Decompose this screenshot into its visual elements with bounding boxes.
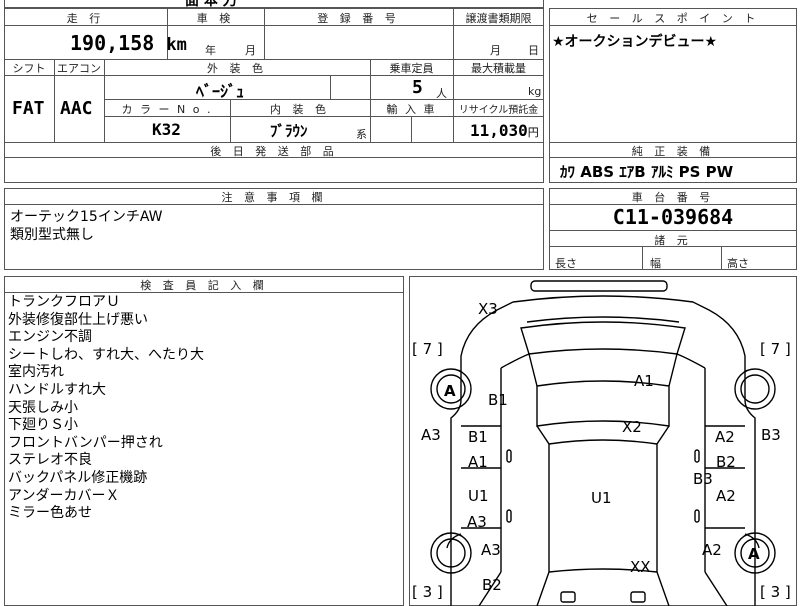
mileage-header: 走 行 [66,12,105,25]
inspector-note: シートしわ、すれ大、へたり大 [8,346,204,363]
import-header: 輸 入 車 [386,103,437,116]
tire-front-left-label: [ 7 ] [412,340,443,358]
top-strip [4,0,544,8]
recycle-header: リサイクル預託金 [458,105,539,116]
inspection-header: 車 検 [196,12,235,25]
capacity-header: 乗車定員 [389,62,434,75]
inspector-note: ハンドルすれ大 [8,381,106,398]
mark-front-right-a2: A2 [702,541,722,559]
inspector-note: 下廻りＳ小 [8,417,78,434]
caution-header: 注 意 事 項 欄 [221,191,327,204]
genuine-equipment-header: 純 正 装 備 [631,145,715,158]
transfer-month: 月 [490,44,501,57]
mark-hood: XX [630,558,651,576]
mark-rl-door-a1: A1 [468,453,488,471]
aircon-header: エアコン [57,62,101,75]
equipment-value: ｶﾜ ABS ｴｱB ｱﾙﾐ PS PW [560,163,734,181]
wheel-mark-rr: A [748,545,760,563]
mark-rr-door-b2: B2 [716,453,736,471]
sales-point-text: ★オークションデビュー★ [552,34,718,50]
sales-point-header: セ ー ル ス ポ イ ン ト [586,12,760,25]
inspector-header: 検 査 員 記 入 欄 [140,279,268,292]
interior-color-header: 内 装 色 [270,103,330,116]
inspector-note: 天張しみ小 [8,399,78,416]
mark-center: U1 [591,489,612,507]
tire-rear-right-label: [ 3 ] [760,583,791,601]
inspection-month: 月 [245,44,256,57]
capacity-value: 5 [412,77,423,98]
capacity-unit: 人 [436,87,447,100]
inspection-year: 年 [205,44,216,57]
mileage-unit: km [166,35,187,55]
inspector-note: アンダーカバーＸ [8,487,120,504]
inspector-note: エンジン不調 [8,329,92,346]
chassis-value: C11-039684 [612,205,734,229]
interior-color-value: ﾌﾞﾗｳﾝ [270,122,308,140]
spec-height: 高さ [727,257,749,270]
wheel-mark-fl: A [444,382,456,400]
mark-roof-left: B1 [488,391,508,409]
tire-front-right-label: [ 7 ] [760,340,791,358]
inspector-note: 外装修復部仕上げ悪い [8,311,148,328]
mark-left-side: A3 [421,426,441,444]
inspector-note: バックパネル修正機跡 [8,469,148,486]
color-no-value: K32 [152,120,181,139]
aircon-value: AAC [60,98,93,119]
tire-rear-left-label: [ 3 ] [412,583,443,601]
mark-fl-door-u1: U1 [468,487,489,505]
transfer-deadline-header: 譲渡書類期限 [465,12,532,25]
mark-front-left-b2: B2 [482,576,502,594]
max-load-header: 最大積載量 [471,62,526,75]
registration-header: 登 録 番 号 [317,12,400,25]
inspector-note: フロントバンパー押され [8,434,163,451]
spec-width: 幅 [650,257,661,270]
mileage-value: 190,158 km [70,31,187,55]
mark-rl-door-b1: B1 [468,428,488,446]
exterior-color-value: ﾍﾞｰｼﾞｭ [196,82,245,101]
inspector-note: トランクフロアＵ [8,294,120,310]
mark-fl-door-a3: A3 [467,513,487,531]
inspector-note: ステレオ不良 [8,452,92,469]
recycle-unit: 円 [527,126,539,139]
shift-header: シフト [12,62,46,75]
inspector-notes: トランクフロアＵ 外装修復部仕上げ悪い エンジン不調 シートしわ、すれ大、へたり… [8,294,204,523]
transfer-day: 日 [528,44,539,57]
later-parts-header: 後 日 発 送 部 品 [210,145,338,158]
chassis-header: 車 台 番 号 [631,191,715,204]
mark-fr-door-a2: A2 [716,487,736,505]
caution-note-2: 類別型式無し [10,227,94,243]
mark-front-left-a3: A3 [481,541,501,559]
caution-note-1: オーテック15インチAW [10,209,163,225]
mark-rr-door-a2: A2 [715,428,735,446]
color-no-header: カ ラ ー N o . [121,103,213,116]
mark-rear: X3 [478,300,498,318]
interior-suffix: 系 [356,128,367,141]
recycle-value: 11,030円 [470,121,539,140]
mark-roof-mid: X2 [622,418,642,436]
inspector-note: ミラー色あせ [8,505,92,522]
inspector-note: 室内汚れ [8,364,64,381]
spec-length: 長さ [555,257,577,270]
max-load-unit: kg [528,85,542,98]
shift-value: FAT [12,98,45,119]
mark-roof-top: A1 [634,372,654,390]
mark-right-mid: B3 [693,470,713,488]
exterior-color-header: 外 装 色 [207,62,267,75]
specs-header: 諸 元 [654,234,692,247]
mark-right-side: B3 [761,426,781,444]
